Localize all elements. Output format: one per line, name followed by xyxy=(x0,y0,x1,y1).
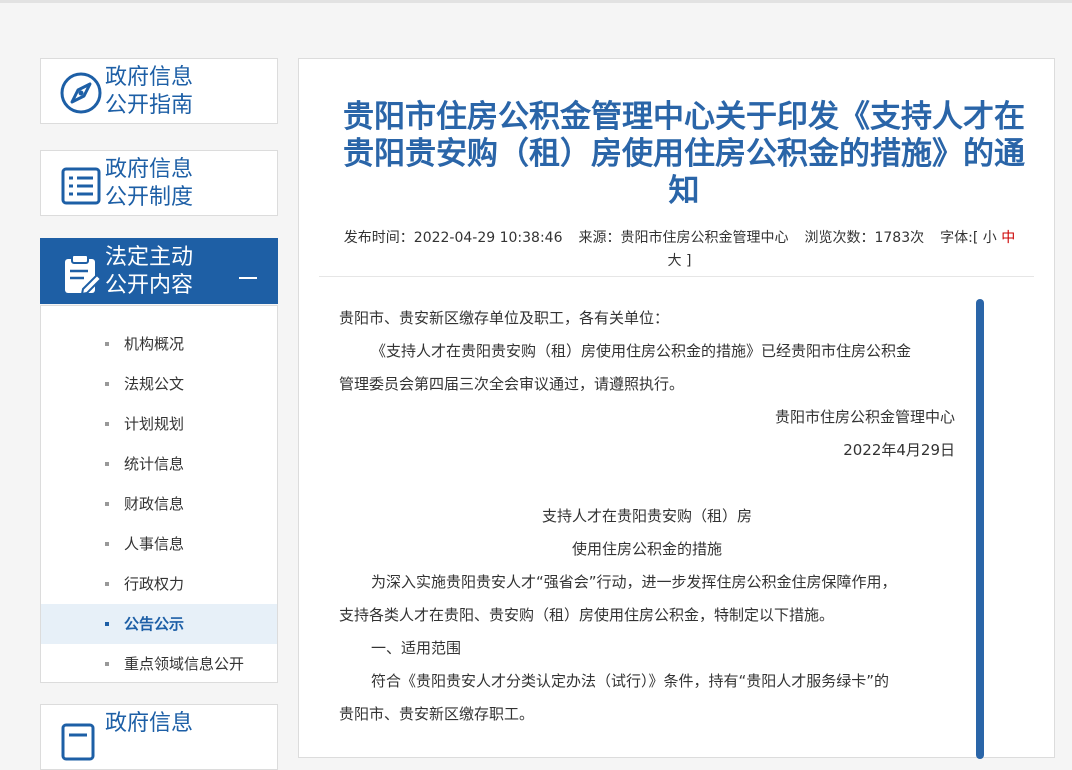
doc-title: 使用住房公积金的措施 xyxy=(571,540,722,558)
scrollbar[interactable] xyxy=(976,299,984,759)
sidebar-card-title: 法定主动 公开内容 xyxy=(105,245,194,298)
section-heading: 一、适用范围 xyxy=(371,639,462,657)
sidebar-card-statutory[interactable]: 法定主动 公开内容 xyxy=(40,238,278,304)
view-count: 1783次 xyxy=(874,230,925,246)
sidebar-item-personnel[interactable]: 人事信息 xyxy=(41,524,277,564)
salutation: 贵阳市、贵安新区缴存单位及职工，各有关单位： xyxy=(339,309,670,327)
sidebar-card-title: 政府信息 公开制度 xyxy=(105,157,194,210)
sidebar-item-key-areas[interactable]: 重点领域信息公开 xyxy=(41,644,277,684)
clipboard-edit-icon xyxy=(65,254,103,295)
document-icon xyxy=(61,723,95,761)
bullet-icon xyxy=(105,662,109,666)
article-panel: 贵阳市住房公积金管理中心关于印发《支持人才在 贵阳贵安购（租）房使用住房公积金的… xyxy=(298,58,1055,759)
document-list-icon xyxy=(61,167,101,205)
sidebar-item-statistics[interactable]: 统计信息 xyxy=(41,444,277,484)
paragraph: 为深入实施贵阳贵安人才“强省会”行动，进一步发挥住房公积金住房保障作用， xyxy=(371,573,897,591)
paragraph: 贵阳市、贵安新区缴存职工。 xyxy=(339,705,535,723)
intro-text: 管理委员会第四届三次全会审议通过，请遵照执行。 xyxy=(339,375,685,393)
bullet-icon xyxy=(105,422,109,426)
intro-text: 《支持人才在贵阳贵安购（租）房使用住房公积金的措施》已经贵阳市住房公积金 xyxy=(371,342,912,360)
bullet-icon xyxy=(105,542,109,546)
bullet-icon xyxy=(105,462,109,466)
sidebar-item-admin-power[interactable]: 行政权力 xyxy=(41,564,277,604)
font-size-small[interactable]: 小 xyxy=(983,230,997,246)
bullet-icon xyxy=(105,582,109,586)
signature: 贵阳市住房公积金管理中心 xyxy=(774,408,955,426)
sidebar-item-plans[interactable]: 计划规划 xyxy=(41,404,277,444)
font-size-large[interactable]: 大 xyxy=(668,253,682,269)
bullet-icon xyxy=(105,342,109,346)
signature-date: 2022年4月29日 xyxy=(843,441,955,459)
sidebar-item-regulations[interactable]: 法规公文 xyxy=(41,364,277,404)
meta-divider xyxy=(319,276,1034,277)
top-border xyxy=(0,0,1072,3)
paragraph: 符合《贵阳贵安人才分类认定办法（试行）》条件，持有“贵阳人才服务绿卡”的 xyxy=(371,672,890,690)
source: 贵阳市住房公积金管理中心 xyxy=(620,230,789,246)
sidebar-item-org[interactable]: 机构概况 xyxy=(41,324,277,364)
paragraph: 支持各类人才在贵阳、贵安购（租）房使用住房公积金，特制定以下措施。 xyxy=(339,606,835,624)
doc-title: 支持人才在贵阳贵安购（租）房 xyxy=(541,507,752,525)
collapse-icon[interactable] xyxy=(239,277,257,279)
sidebar-item-announcements[interactable]: 公告公示 xyxy=(41,604,277,644)
font-size-medium[interactable]: 中 xyxy=(1001,230,1015,246)
bullet-icon xyxy=(105,382,109,386)
sidebar-card-system[interactable]: 政府信息 公开制度 xyxy=(40,150,278,216)
publish-time: 2022-04-29 10:38:46 xyxy=(413,230,563,246)
article-title: 贵阳市住房公积金管理中心关于印发《支持人才在 贵阳贵安购（租）房使用住房公积金的… xyxy=(343,99,1025,209)
article-meta: 发布时间：2022-04-29 10:38:46 来源：贵阳市住房公积金管理中心浏… xyxy=(343,230,1016,269)
bullet-icon xyxy=(105,502,109,506)
sidebar-card-annual-report[interactable]: 政府信息 xyxy=(40,704,278,770)
compass-icon xyxy=(60,72,102,114)
sidebar-card-title: 政府信息 公开指南 xyxy=(105,65,194,118)
sidebar-item-finance[interactable]: 财政信息 xyxy=(41,484,277,524)
bullet-icon xyxy=(105,622,109,626)
sidebar-subnav: 机构概况 法规公文 计划规划 统计信息 财政信息 人事信息 行政权力 公告公示 … xyxy=(40,305,278,683)
sidebar-card-guide[interactable]: 政府信息 公开指南 xyxy=(40,58,278,124)
sidebar-card-title: 政府信息 xyxy=(105,711,194,736)
